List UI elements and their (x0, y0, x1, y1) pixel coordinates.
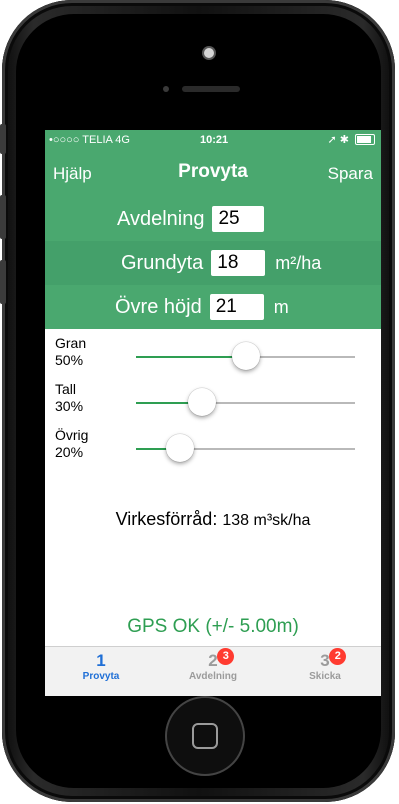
ovre-hojd-label: Övre höjd (115, 295, 202, 318)
tab-bar: 1 Provyta 23 Avdelning 32 Skicka (45, 646, 381, 696)
ovre-hojd-row: Övre höjd 21 m (45, 285, 381, 329)
avdelning-field[interactable]: 25 (212, 206, 265, 232)
slider-thumb[interactable] (231, 342, 260, 370)
mute-switch (0, 124, 6, 154)
slider-name: Övrig (55, 427, 89, 443)
home-square-icon (192, 723, 218, 749)
tab-label: Avdelning (189, 671, 237, 682)
grundyta-row: Grundyta 18 m²/ha (45, 241, 381, 285)
slider-row-ovrig: Övrig 20% (45, 421, 381, 467)
tab-label: Skicka (309, 671, 341, 682)
slider-track[interactable] (136, 388, 355, 416)
home-button[interactable] (165, 696, 245, 776)
volume-down-button (0, 260, 6, 304)
tab-label: Provyta (82, 671, 120, 682)
slider-track[interactable] (136, 434, 355, 462)
virkesforrad-summary: Virkesförråd: 138 m³sk/ha (45, 509, 381, 530)
grundyta-unit: m²/ha (275, 252, 322, 273)
status-bar: •○○○○ TELIA 4G 10:21 ➚ ✱ (45, 130, 381, 150)
slider-thumb[interactable] (165, 434, 194, 462)
slider-track[interactable] (136, 342, 355, 370)
volume-up-button (0, 195, 6, 239)
tab-skicka[interactable]: 32 Skicka (269, 648, 381, 682)
tab-provyta[interactable]: 1 Provyta (45, 651, 157, 682)
tab-avdelning[interactable]: 23 Avdelning (157, 648, 269, 682)
notification-badge: 2 (329, 648, 347, 665)
ovre-hojd-field[interactable]: 21 (209, 294, 264, 320)
virkesforrad-value: 138 m³sk/ha (222, 512, 311, 529)
slider-name: Gran (55, 335, 87, 351)
virkesforrad-label: Virkesförråd: (115, 509, 218, 529)
slider-fill (136, 356, 246, 358)
slider-percent: 20% (55, 444, 84, 460)
ovre-hojd-unit: m (273, 296, 289, 317)
slider-thumb[interactable] (187, 388, 216, 416)
slider-row-tall: Tall 30% (45, 375, 381, 421)
avdelning-row: Avdelning 25 (45, 197, 381, 241)
species-sliders: Gran 50% Tall 30% Övrig 20% (45, 329, 381, 467)
battery-icon (355, 134, 375, 145)
slider-row-gran: Gran 50% (45, 329, 381, 375)
carrier-signal: •○○○○ TELIA 4G (49, 134, 130, 146)
proximity-sensor (163, 86, 169, 92)
grundyta-field[interactable]: 18 (211, 250, 266, 276)
slider-name: Tall (55, 381, 77, 397)
location-bluetooth-icons: ➚ ✱ (327, 134, 350, 146)
tab-number: 1 (96, 651, 106, 670)
grundyta-label: Grundyta (121, 251, 204, 274)
save-button[interactable]: Spara (328, 164, 373, 184)
earpiece-speaker (182, 86, 240, 92)
front-camera (204, 48, 214, 58)
avdelning-label: Avdelning (117, 207, 205, 230)
notification-badge: 3 (217, 648, 235, 665)
gps-status: GPS OK (+/- 5.00m) (127, 616, 299, 637)
status-time: 10:21 (200, 134, 229, 146)
slider-percent: 30% (55, 398, 84, 414)
navigation-bar: Hjälp Provyta Spara (45, 150, 381, 197)
app-screen: •○○○○ TELIA 4G 10:21 ➚ ✱ Hjälp Provyta S… (45, 130, 381, 696)
slider-percent: 50% (55, 352, 84, 368)
